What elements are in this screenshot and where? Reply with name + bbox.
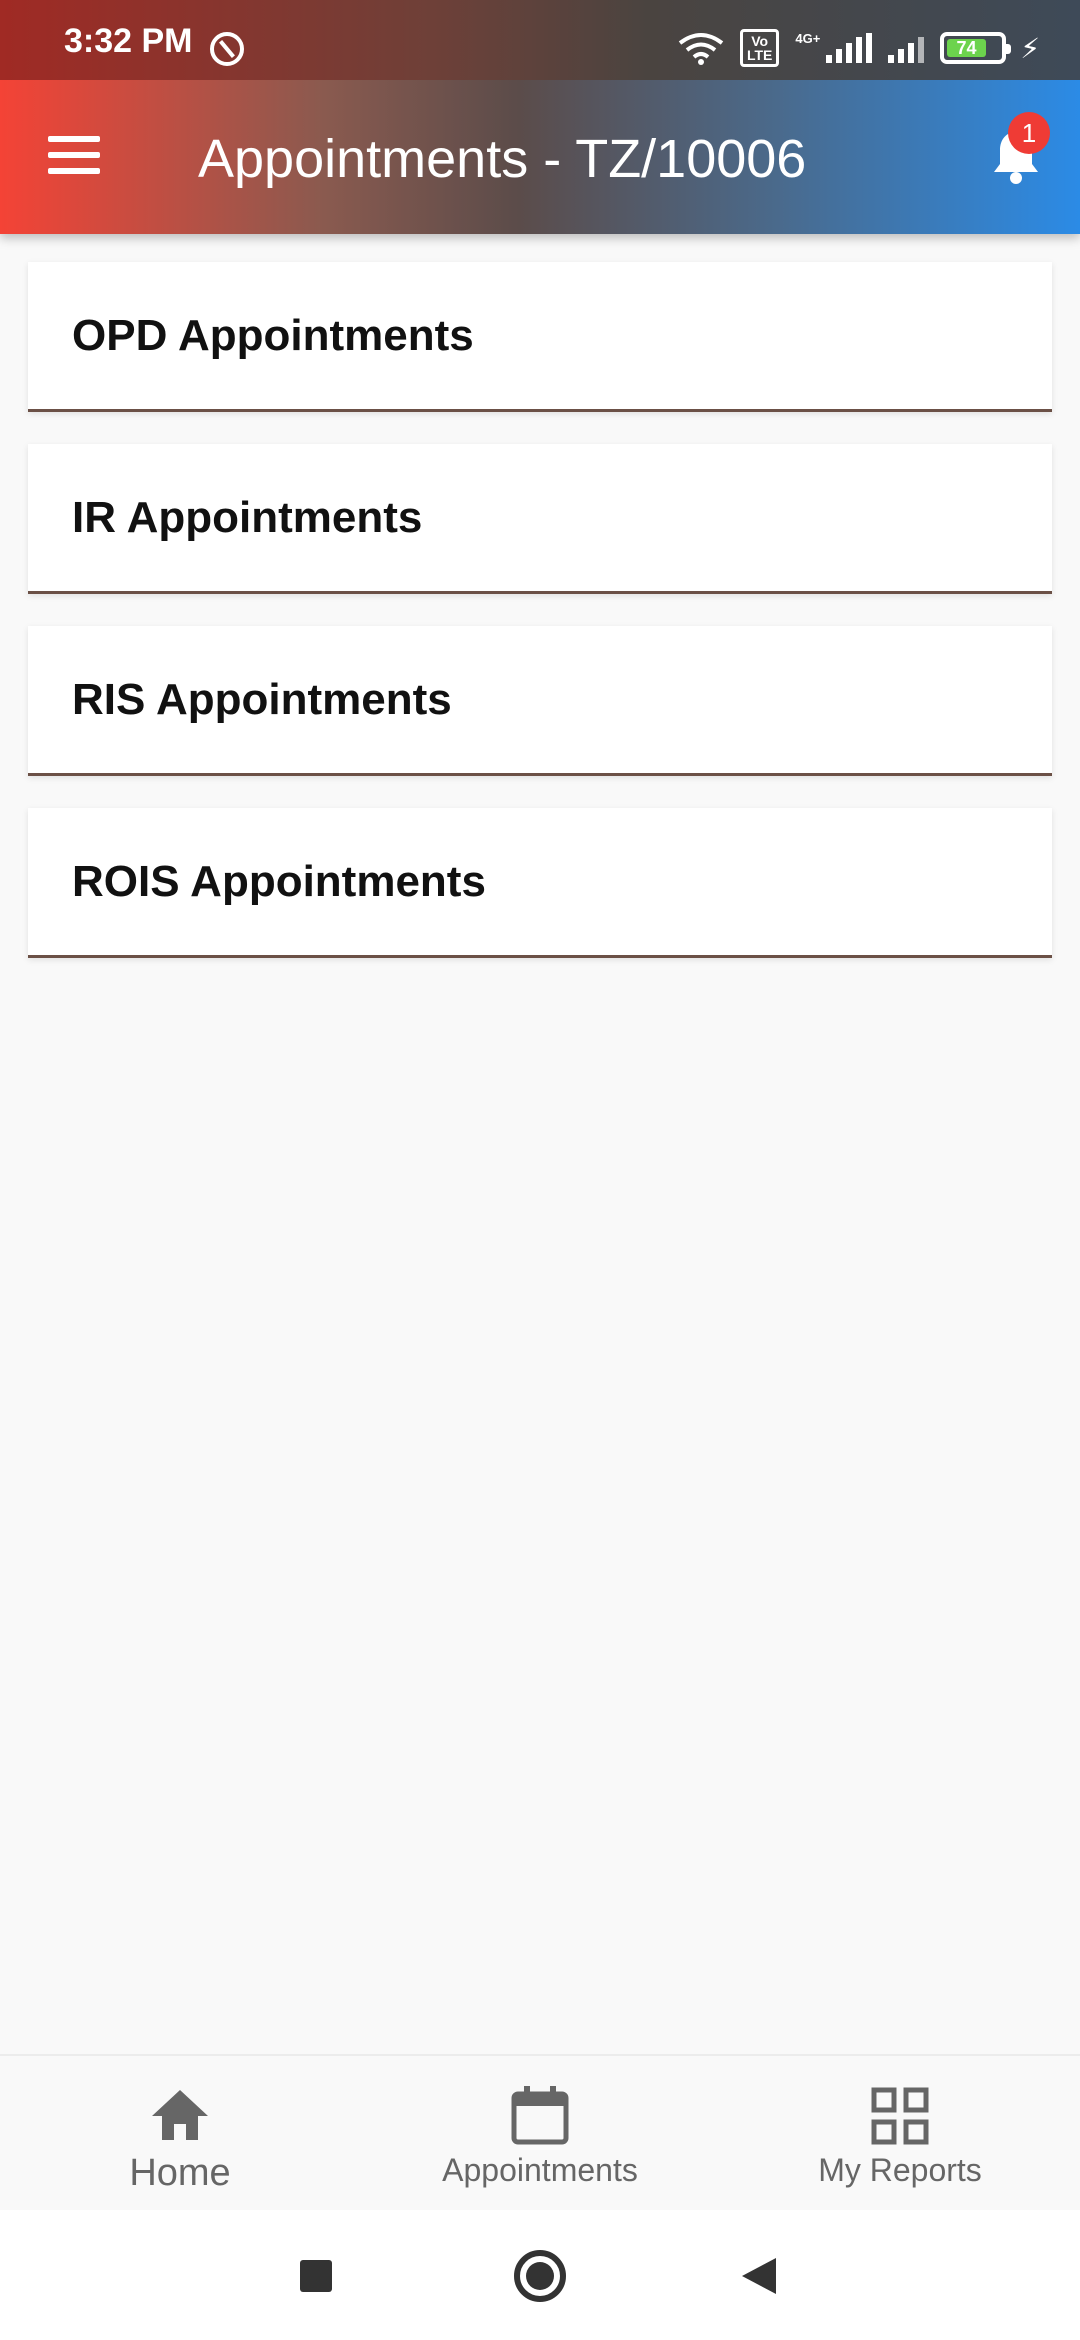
ris-appointments-card[interactable]: RIS Appointments — [28, 626, 1052, 776]
volte-top-label: Vo — [751, 33, 769, 49]
volte-bottom-label: LTE — [746, 47, 773, 63]
nav-my-reports-label: My Reports — [818, 2152, 982, 2188]
notification-badge: 1 — [1008, 112, 1050, 154]
system-navigation-bar — [0, 2210, 1080, 2340]
bottom-navigation: Home Appointments My Reports — [0, 2054, 1080, 2210]
back-button[interactable] — [742, 2258, 776, 2294]
recent-apps-button[interactable] — [300, 2260, 332, 2292]
card-label: IR Appointments — [72, 492, 423, 542]
status-time: 3:32 PM — [64, 22, 193, 60]
appointment-list: OPD Appointments IR Appointments RIS App… — [28, 262, 1052, 990]
app-bar: Appointments - TZ/10006 — [0, 80, 1080, 234]
page-title: Appointments - TZ/10006 — [198, 129, 807, 189]
menu-button[interactable] — [48, 136, 106, 178]
menu-icon-line — [48, 168, 100, 174]
network-type-label: 4G+ — [795, 30, 821, 46]
grid-icon — [871, 2087, 929, 2145]
wifi-icon — [678, 33, 724, 65]
volte-icon: Vo LTE — [739, 29, 780, 67]
menu-icon-line — [48, 136, 100, 142]
calendar-icon — [511, 2086, 569, 2145]
status-bar: 3:32 PM Vo LTE 4G+ 74 ⚡ — [0, 0, 1080, 80]
home-system-button[interactable] — [514, 2250, 566, 2302]
card-label: RIS Appointments — [72, 674, 452, 724]
menu-icon-line — [48, 152, 100, 158]
app-screen: 3:32 PM Vo LTE 4G+ 74 ⚡ Appointments - T… — [0, 0, 1080, 2340]
card-label: OPD Appointments — [72, 310, 474, 360]
ir-appointments-card[interactable]: IR Appointments — [28, 444, 1052, 594]
battery-icon: 74 — [940, 32, 1012, 64]
nav-my-reports[interactable]: My Reports — [720, 2056, 1080, 2210]
nav-home[interactable]: Home — [0, 2056, 360, 2210]
signal-strength-icon-2 — [888, 33, 925, 63]
signal-strength-icon — [826, 33, 873, 63]
nav-home-label: Home — [129, 2152, 231, 2194]
status-icons: Vo LTE 4G+ 74 ⚡ — [678, 26, 1040, 70]
card-label: ROIS Appointments — [72, 856, 486, 906]
home-icon — [152, 2090, 208, 2140]
opd-appointments-card[interactable]: OPD Appointments — [28, 262, 1052, 412]
nav-appointments[interactable]: Appointments — [360, 2056, 720, 2210]
battery-level: 74 — [947, 38, 986, 58]
do-not-disturb-icon — [210, 32, 244, 66]
charging-icon: ⚡ — [1020, 32, 1040, 64]
nav-appointments-label: Appointments — [442, 2152, 638, 2188]
rois-appointments-card[interactable]: ROIS Appointments — [28, 808, 1052, 958]
